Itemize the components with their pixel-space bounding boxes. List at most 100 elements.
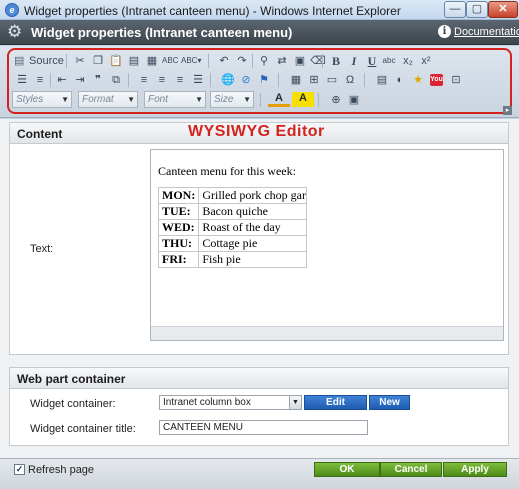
maximize-icon[interactable]: ⊕: [328, 91, 344, 109]
chevron-down-icon: ▼: [127, 95, 135, 104]
editor-status-bar: [151, 326, 503, 340]
size-select[interactable]: Size ▼: [210, 91, 254, 108]
bulleted-list-icon[interactable]: ≡: [32, 71, 48, 89]
chevron-down-icon: ▼: [243, 95, 251, 104]
editor-toolbar: Source ✂ ❐ 📋 ▤ ▦ ABC ABC▾ ↶ ↷ ⚲ ⇄ ▣ ⌫ B …: [0, 46, 519, 118]
menu-dish: Roast of the day: [198, 219, 308, 236]
blockquote-icon[interactable]: ❞: [90, 71, 106, 89]
toolbar-collapse-icon[interactable]: ▸: [503, 106, 512, 115]
show-blocks-icon[interactable]: ▣: [346, 91, 362, 109]
menu-dish: Grilled pork chop garni: [198, 187, 308, 204]
underline-icon[interactable]: U: [364, 52, 380, 70]
subscript-icon[interactable]: x₂: [400, 52, 416, 70]
ok-button[interactable]: OK: [314, 462, 380, 477]
refresh-page-label[interactable]: Refresh page: [28, 464, 94, 476]
align-left-icon[interactable]: ≡: [136, 71, 152, 89]
source-label: Source: [29, 55, 64, 67]
dialog-header: ⚙ Widget properties (Intranet canteen me…: [0, 20, 519, 45]
widget-container-label: Widget container:: [30, 398, 116, 410]
align-right-icon[interactable]: ≡: [172, 71, 188, 89]
table-row: WED: Roast of the day: [157, 219, 308, 236]
spellcheck-icon[interactable]: ABC: [162, 52, 178, 70]
text-color-icon[interactable]: A: [268, 92, 290, 107]
table-icon[interactable]: ⊞: [306, 71, 322, 89]
font-select[interactable]: Font ▼: [144, 91, 206, 108]
media-icon[interactable]: ▤: [374, 71, 390, 89]
toolbar-separator: [278, 73, 279, 87]
chevron-down-icon: ▼: [195, 95, 203, 104]
toolbar-separator: [252, 54, 253, 68]
outdent-icon[interactable]: ⇤: [54, 71, 70, 89]
select-all-icon[interactable]: ▣: [292, 52, 308, 70]
justify-icon[interactable]: ☰: [190, 71, 206, 89]
source-button[interactable]: Source: [14, 52, 64, 70]
widget-container-title-input[interactable]: CANTEEN MENU: [159, 420, 368, 435]
new-container-button[interactable]: New: [369, 395, 410, 410]
apply-button[interactable]: Apply: [443, 462, 507, 477]
paste-word-icon[interactable]: ▦: [144, 52, 160, 70]
toolbar-separator: [128, 73, 129, 87]
minimize-button[interactable]: —: [444, 1, 466, 18]
align-center-icon[interactable]: ≡: [154, 71, 170, 89]
refresh-page-checkbox[interactable]: ✓: [14, 464, 25, 475]
spellcheck-as-you-type-icon[interactable]: ABC▾: [181, 52, 201, 70]
indent-icon[interactable]: ⇥: [72, 71, 88, 89]
format-placeholder: Format: [82, 94, 114, 105]
create-div-icon[interactable]: ⧉: [108, 71, 124, 89]
table-row: FRI: Fish pie: [157, 251, 308, 268]
close-button[interactable]: ✕: [488, 1, 518, 18]
paste-text-icon[interactable]: ▤: [126, 52, 142, 70]
styles-select[interactable]: Styles ▼: [12, 91, 72, 108]
chevron-down-icon[interactable]: ▼: [289, 396, 301, 409]
styles-placeholder: Styles: [16, 94, 44, 105]
anchor-icon[interactable]: ⚑: [256, 71, 272, 89]
horizontal-rule-icon[interactable]: ▭: [324, 71, 340, 89]
menu-day: TUE:: [157, 203, 200, 220]
bold-icon[interactable]: B: [328, 52, 344, 70]
toolbar-separator: [50, 73, 51, 87]
web-part-container-panel: Web part container Widget container: Int…: [9, 367, 509, 446]
strike-icon[interactable]: abc: [381, 52, 397, 70]
menu-dish: Fish pie: [198, 251, 308, 268]
numbered-list-icon[interactable]: ☰: [14, 71, 30, 89]
wysiwyg-editor-area[interactable]: Canteen menu for this week: MON: Grilled…: [150, 149, 504, 341]
undo-icon[interactable]: ↶: [216, 52, 232, 70]
documentation-link[interactable]: Documentation: [454, 26, 519, 38]
superscript-icon[interactable]: x²: [418, 52, 434, 70]
copy-icon[interactable]: ❐: [90, 52, 106, 70]
widget-container-title-label: Widget container title:: [30, 423, 136, 435]
edit-container-button[interactable]: Edit: [304, 395, 367, 410]
table-row: TUE: Bacon quiche: [157, 203, 308, 220]
widget-icon[interactable]: ⊡: [448, 71, 464, 89]
replace-icon[interactable]: ⇄: [274, 52, 290, 70]
bg-color-icon[interactable]: A: [292, 92, 314, 107]
size-placeholder: Size: [214, 94, 234, 105]
find-icon[interactable]: ⚲: [256, 52, 272, 70]
cancel-button[interactable]: Cancel: [380, 462, 442, 477]
link-icon[interactable]: 🌐: [220, 71, 236, 89]
container-section-title: Web part container: [17, 372, 126, 386]
redo-icon[interactable]: ↷: [234, 52, 250, 70]
menu-day: MON:: [157, 187, 200, 204]
youtube-icon[interactable]: You: [430, 74, 443, 86]
remove-format-icon[interactable]: ⌫: [310, 52, 326, 70]
widget-container-select[interactable]: Intranet column box ▼: [159, 395, 302, 410]
ie-icon: e: [5, 3, 19, 17]
special-char-icon[interactable]: Ω: [342, 71, 358, 89]
quick-media-icon[interactable]: ◐: [392, 71, 408, 89]
table-row: THU: Cottage pie: [157, 235, 308, 252]
editor-intro-text: Canteen menu for this week:: [158, 164, 296, 178]
image-icon[interactable]: ▦: [288, 71, 304, 89]
container-panel-header: Web part container: [10, 368, 508, 389]
maximize-button[interactable]: ▢: [466, 1, 488, 18]
unlink-icon[interactable]: ⊘: [238, 71, 254, 89]
paste-icon[interactable]: 📋: [108, 52, 124, 70]
toolbar-separator: [66, 54, 67, 68]
italic-icon[interactable]: I: [346, 52, 362, 70]
cut-icon[interactable]: ✂: [72, 52, 88, 70]
format-select[interactable]: Format ▼: [78, 91, 138, 108]
star-icon[interactable]: ★: [410, 71, 426, 89]
chevron-down-icon: ▼: [61, 95, 69, 104]
dialog-title: Widget properties (Intranet canteen menu…: [31, 25, 293, 40]
help-icon[interactable]: i: [438, 25, 451, 38]
